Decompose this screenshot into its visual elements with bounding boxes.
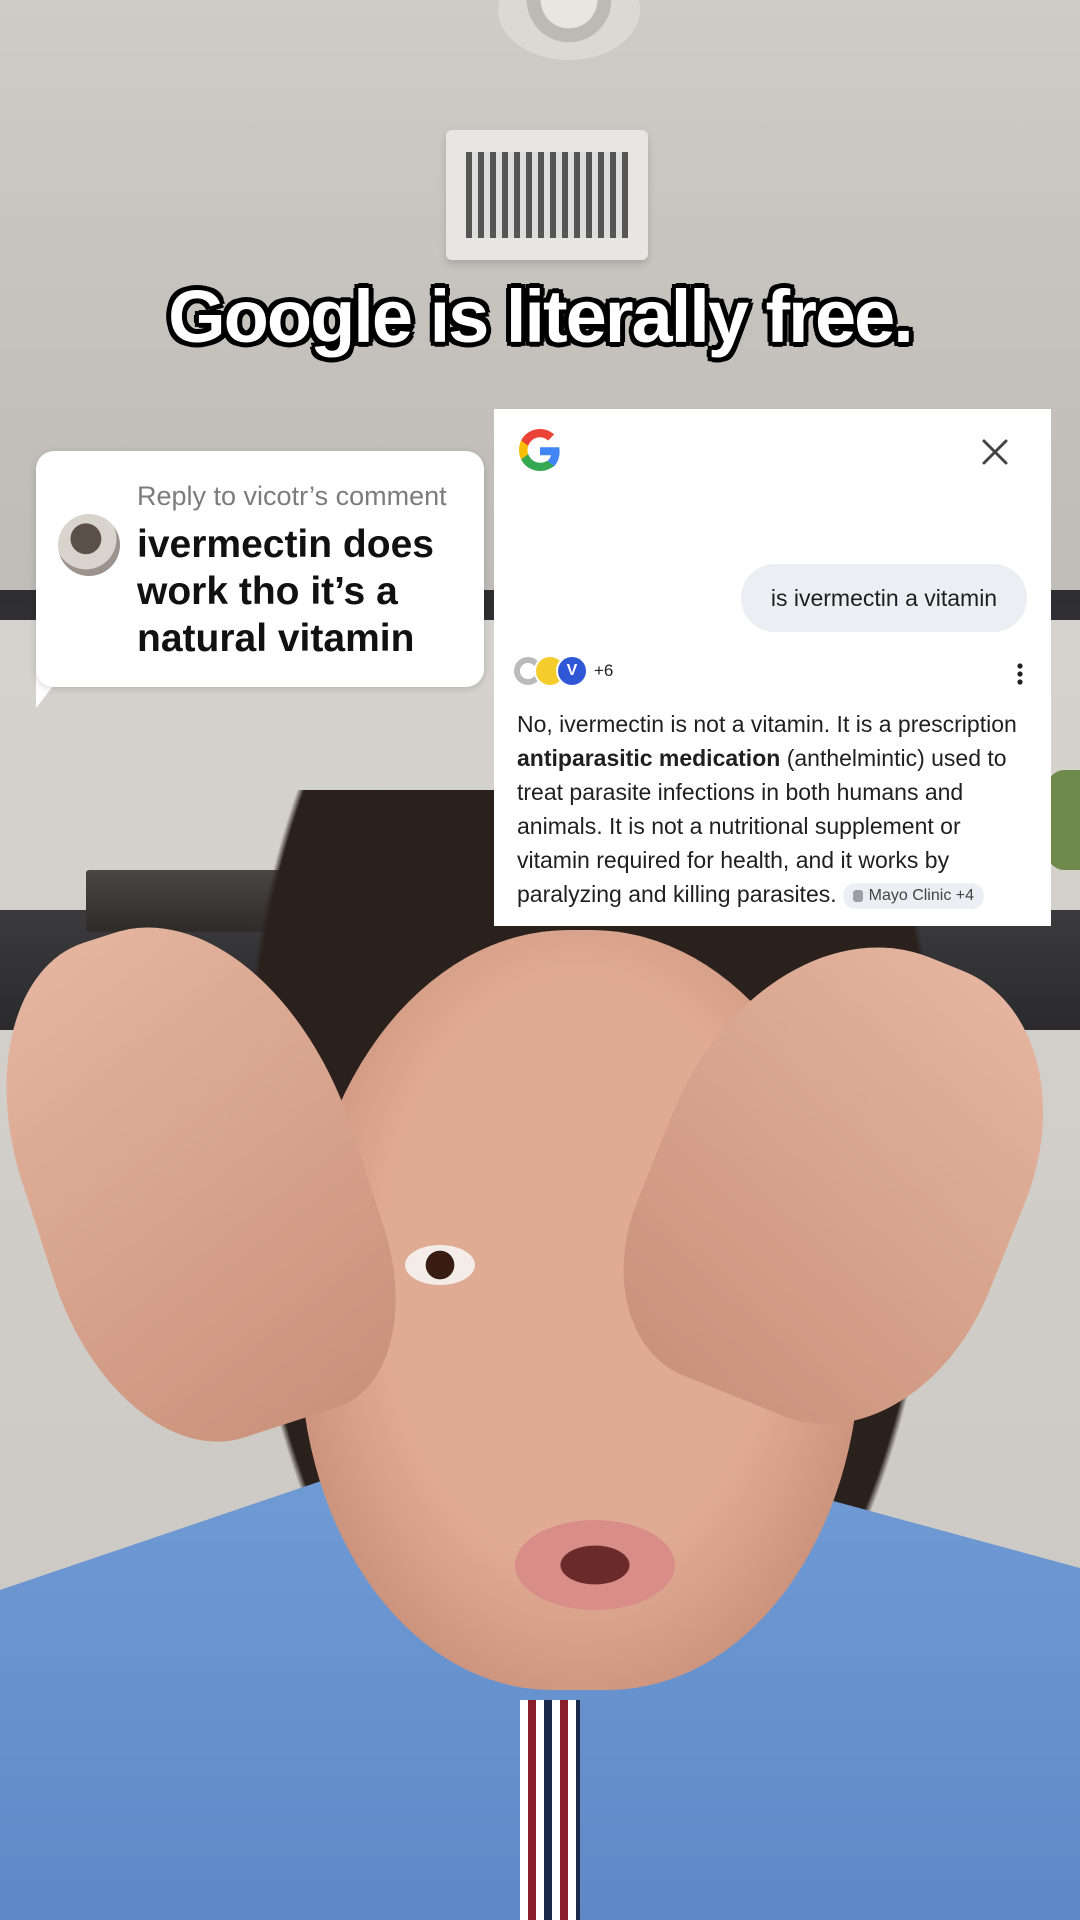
source-icons[interactable]: V +6	[512, 655, 613, 687]
citation-chip[interactable]: Mayo Clinic +4	[842, 882, 984, 909]
ai-answer-text: No, ivermectin is not a vitamin. It is a…	[517, 707, 1032, 911]
reply-comment-text: ivermectin does work tho it’s a natural …	[137, 523, 434, 660]
air-vent	[446, 130, 648, 260]
google-ai-overview-card: is ivermectin a vitamin V +6 No, ivermec…	[494, 409, 1051, 926]
google-logo-icon	[519, 429, 560, 471]
answer-bold-term: antiparasitic medication	[517, 745, 781, 771]
video-caption: Google is literally free.	[168, 275, 914, 358]
commenter-avatar	[58, 514, 120, 576]
blue-source-icon: V	[556, 655, 588, 687]
mouth	[515, 1520, 675, 1610]
left-eye	[405, 1245, 475, 1285]
close-icon[interactable]	[980, 437, 1010, 467]
mayo-clinic-citation-icon	[852, 889, 863, 902]
shirt-stripe	[520, 1700, 580, 1920]
reply-comment-card[interactable]: Reply to vicotr’s comment ivermectin doe…	[36, 451, 484, 687]
answer-part-1: No, ivermectin is not a vitamin. It is a…	[517, 711, 1017, 737]
citation-label: Mayo Clinic +4	[868, 886, 974, 904]
more-options-icon[interactable]	[1008, 659, 1032, 689]
more-sources-count: +6	[594, 661, 614, 680]
reply-header: Reply to vicotr’s comment	[137, 481, 447, 511]
user-query-bubble: is ivermectin a vitamin	[741, 564, 1027, 632]
